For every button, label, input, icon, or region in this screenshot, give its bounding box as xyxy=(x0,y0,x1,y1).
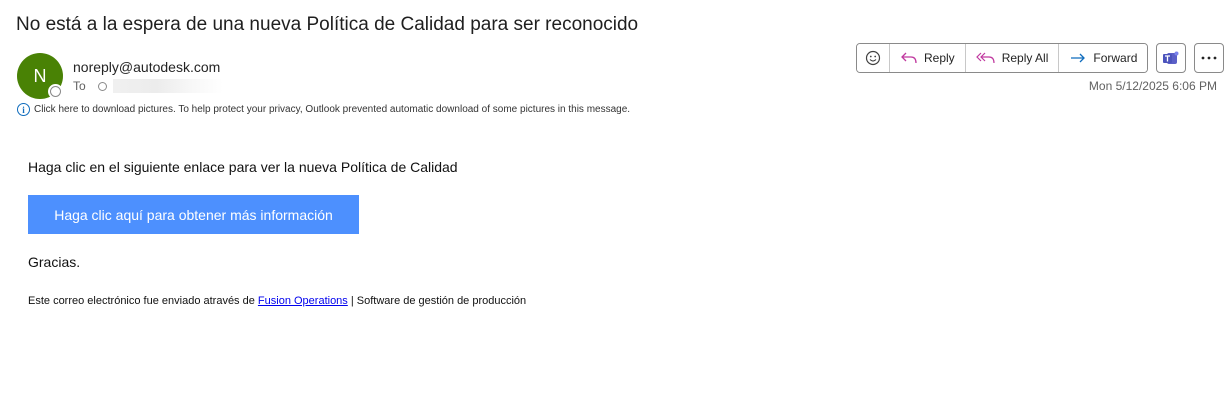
reply-all-label: Reply All xyxy=(1001,51,1049,65)
email-subject: No está a la espera de una nueva Polític… xyxy=(16,14,639,35)
to-label: To xyxy=(73,79,86,93)
more-actions-button[interactable] xyxy=(1194,43,1225,73)
more-info-link-button[interactable]: Haga clic aquí para obtener más informac… xyxy=(28,195,359,234)
reply-button[interactable]: Reply xyxy=(890,44,966,72)
reply-all-button[interactable]: Reply All xyxy=(965,44,1060,72)
teams-icon xyxy=(1163,51,1179,64)
received-date: Mon 5/12/2025 6:06 PM xyxy=(1088,79,1217,93)
message-actions-toolbar: Reply Reply All Forward xyxy=(856,43,1225,73)
forward-label: Forward xyxy=(1093,51,1138,65)
message-footer: Este correo electrónico fue enviado atra… xyxy=(28,295,526,307)
smiley-icon xyxy=(865,50,881,66)
message-intro: Haga clic en el siguiente enlace para ve… xyxy=(28,159,458,175)
more-info-button-label: Haga clic aquí para obtener más informac… xyxy=(54,206,333,223)
recipient-presence-icon xyxy=(97,81,107,91)
download-pictures-infobar[interactable]: i Click here to download pictures. To he… xyxy=(17,103,630,116)
footer-prefix: Este correo electrónico fue enviado atra… xyxy=(28,295,258,307)
message-thanks: Gracias. xyxy=(28,254,81,270)
reply-label: Reply xyxy=(924,51,955,65)
recipient-redacted[interactable] xyxy=(112,79,223,93)
more-horizontal-icon xyxy=(1201,56,1217,60)
fusion-operations-link[interactable]: Fusion Operations xyxy=(258,295,348,307)
presence-status-icon xyxy=(50,86,61,97)
info-icon: i xyxy=(17,103,30,116)
reply-all-icon xyxy=(975,52,995,64)
recipient-row: To xyxy=(73,79,223,93)
avatar-initial: N xyxy=(33,65,47,86)
footer-suffix: | Software de gestión de producción xyxy=(347,295,527,307)
reply-icon xyxy=(901,52,917,64)
action-button-group: Reply Reply All Forward xyxy=(856,43,1149,73)
teams-button[interactable] xyxy=(1156,43,1187,73)
forward-button[interactable]: Forward xyxy=(1059,44,1148,72)
sender-address[interactable]: noreply@autodesk.com xyxy=(73,59,220,75)
emoji-reaction-button[interactable] xyxy=(857,44,890,72)
infobar-text[interactable]: Click here to download pictures. To help… xyxy=(34,104,630,115)
forward-arrow-icon xyxy=(1071,53,1086,63)
